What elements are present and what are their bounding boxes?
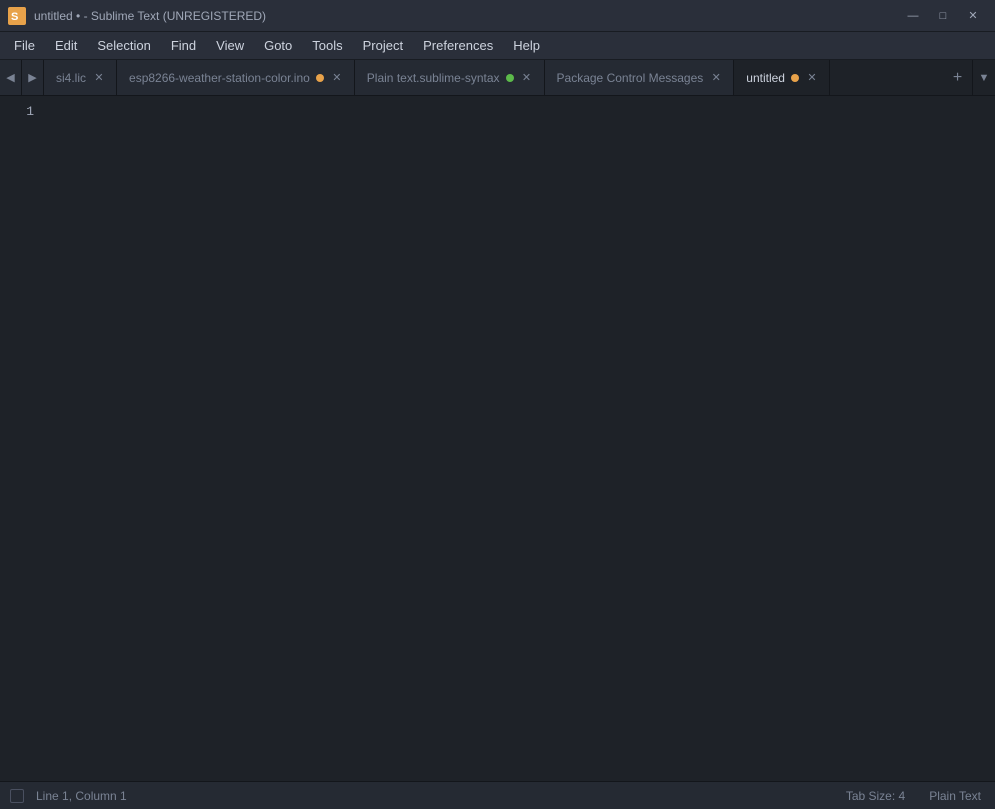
tab-overflow-button[interactable]: ▼: [973, 60, 995, 95]
menu-selection[interactable]: Selection: [87, 34, 160, 57]
line-number-1: 1: [0, 102, 44, 123]
menu-view[interactable]: View: [206, 34, 254, 57]
tab-package-control-label: Package Control Messages: [557, 71, 704, 85]
editor-content[interactable]: [44, 96, 995, 781]
tab-si4-close[interactable]: ✕: [92, 71, 106, 85]
tab-prev-button[interactable]: ◀: [0, 60, 22, 95]
menu-goto[interactable]: Goto: [254, 34, 302, 57]
app-icon: S: [8, 7, 26, 25]
tab-untitled-label: untitled: [746, 71, 785, 85]
status-left: Line 1, Column 1: [10, 789, 131, 803]
tab-plaintext-syntax-close[interactable]: ✕: [520, 71, 534, 85]
menu-tools[interactable]: Tools: [302, 34, 352, 57]
tab-esp8266-label: esp8266-weather-station-color.ino: [129, 71, 310, 85]
maximize-button[interactable]: □: [929, 5, 957, 27]
tab-untitled-dot: [791, 74, 799, 82]
tab-si4[interactable]: si4.lic ✕: [44, 60, 117, 95]
tab-untitled-close[interactable]: ✕: [805, 71, 819, 85]
status-syntax[interactable]: Plain Text: [925, 789, 985, 803]
menu-help[interactable]: Help: [503, 34, 550, 57]
tab-package-control[interactable]: Package Control Messages ✕: [545, 60, 735, 95]
tab-package-control-close[interactable]: ✕: [709, 71, 723, 85]
title-bar: S untitled • - Sublime Text (UNREGISTERE…: [0, 0, 995, 32]
menu-file[interactable]: File: [4, 34, 45, 57]
tab-esp8266[interactable]: esp8266-weather-station-color.ino ✕: [117, 60, 355, 95]
line-numbers: 1: [0, 96, 44, 781]
tab-next-button[interactable]: ▶: [22, 60, 44, 95]
menu-find[interactable]: Find: [161, 34, 206, 57]
window-controls: — □ ✕: [899, 5, 987, 27]
tab-plaintext-syntax-label: Plain text.sublime-syntax: [367, 71, 500, 85]
tab-plaintext-syntax[interactable]: Plain text.sublime-syntax ✕: [355, 60, 545, 95]
tab-bar: ◀ ▶ si4.lic ✕ esp8266-weather-station-co…: [0, 60, 995, 96]
tab-esp8266-dot: [316, 74, 324, 82]
tab-plaintext-syntax-dot: [506, 74, 514, 82]
editor-area: 1: [0, 96, 995, 781]
svg-text:S: S: [11, 11, 18, 23]
tab-si4-label: si4.lic: [56, 71, 86, 85]
tab-esp8266-close[interactable]: ✕: [330, 71, 344, 85]
menu-edit[interactable]: Edit: [45, 34, 87, 57]
status-position[interactable]: Line 1, Column 1: [32, 789, 131, 803]
menu-preferences[interactable]: Preferences: [413, 34, 503, 57]
status-right: Tab Size: 4 Plain Text: [842, 789, 985, 803]
menu-bar: File Edit Selection Find View Goto Tools…: [0, 32, 995, 60]
title-text: untitled • - Sublime Text (UNREGISTERED): [34, 9, 899, 23]
tab-untitled[interactable]: untitled ✕: [734, 60, 830, 95]
close-button[interactable]: ✕: [959, 5, 987, 27]
minimize-button[interactable]: —: [899, 5, 927, 27]
status-tab-size[interactable]: Tab Size: 4: [842, 789, 909, 803]
status-indent-icon: [10, 789, 24, 803]
menu-project[interactable]: Project: [353, 34, 413, 57]
status-bar: Line 1, Column 1 Tab Size: 4 Plain Text: [0, 781, 995, 809]
new-tab-button[interactable]: +: [943, 60, 973, 95]
